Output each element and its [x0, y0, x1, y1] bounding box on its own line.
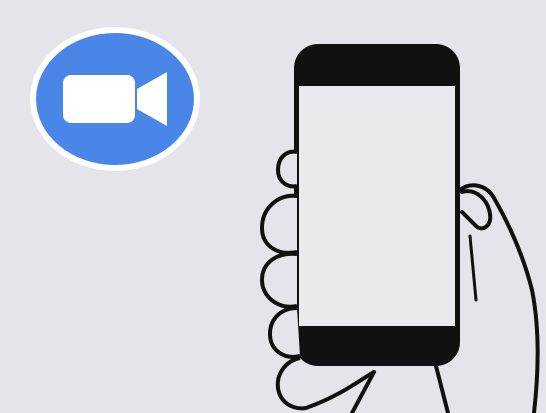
- finger-4: [268, 306, 301, 359]
- finger-2: [260, 193, 298, 255]
- phone-screen: [299, 86, 455, 326]
- finger-5: [275, 356, 307, 411]
- palm-line-right: [434, 364, 450, 413]
- thumb-outline: [460, 189, 493, 231]
- finger-3: [260, 251, 298, 309]
- canvas: [0, 0, 546, 413]
- thumb-crease: [468, 234, 478, 302]
- finger-1: [276, 149, 298, 189]
- hand-phone-illustration: [260, 44, 540, 413]
